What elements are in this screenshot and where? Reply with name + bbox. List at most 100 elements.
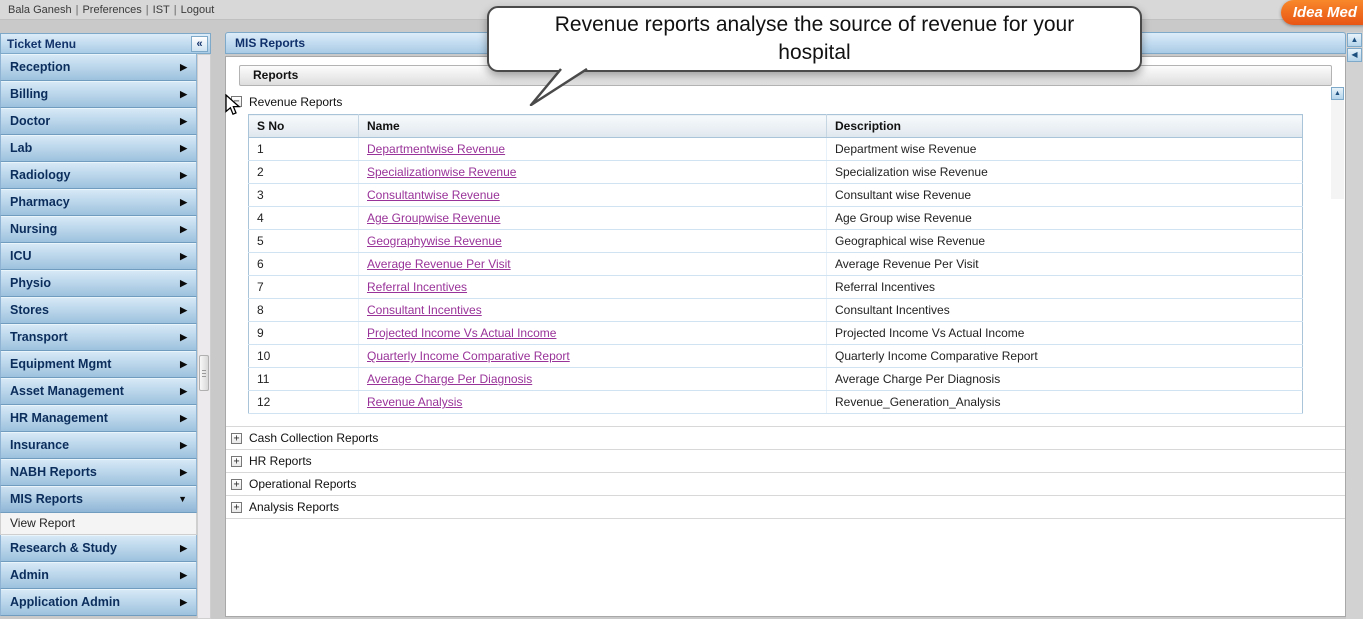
section-hr-reports[interactable]: + HR Reports [226,450,1345,473]
cell-name: Average Revenue Per Visit [358,252,827,276]
sidebar-item-billing[interactable]: Billing ▶ [0,81,197,108]
sidebar-item-label: Lab [10,141,33,155]
sidebar-item-label: Stores [10,303,49,317]
report-link-consultantwise-revenue[interactable]: Consultantwise Revenue [367,188,500,202]
report-link-average-revenue-per-visit[interactable]: Average Revenue Per Visit [367,257,511,271]
cell-sno: 9 [248,321,359,345]
report-link-average-charge-per-diagnosis[interactable]: Average Charge Per Diagnosis [367,372,532,386]
section-cash-collection-reports[interactable]: + Cash Collection Reports [226,427,1345,450]
sidebar-item-radiology[interactable]: Radiology ▶ [0,162,197,189]
report-link-departmentwise-revenue[interactable]: Departmentwise Revenue [367,142,505,156]
sidebar-item-icu[interactable]: ICU ▶ [0,243,197,270]
chevron-down-icon: ▼ [178,494,187,504]
sidebar-item-label: Doctor [10,114,51,128]
sidebar-item-label: Physio [10,276,51,290]
cell-description: Consultant wise Revenue [826,183,1303,207]
cell-name: Specializationwise Revenue [358,160,827,184]
sidebar-item-label: Billing [10,87,49,101]
table-row: 2 Specializationwise Revenue Specializatio… [248,160,1303,184]
sidebar-item-reception[interactable]: Reception ▶ [0,54,197,81]
report-link-specializationwise-revenue[interactable]: Specializationwise Revenue [367,165,516,179]
sidebar-scrollbar[interactable] [197,54,211,619]
separator: | [145,4,149,16]
chevron-right-icon: ▶ [180,277,187,288]
chevron-right-icon: ▶ [180,439,187,450]
expand-icon[interactable]: + [231,501,242,513]
sidebar-item-hr-management[interactable]: HR Management ▶ [0,405,197,432]
sidebar-item-label: Reception [10,60,71,74]
sidebar-item-stores[interactable]: Stores ▶ [0,297,197,324]
main-title: MIS Reports [235,36,306,50]
panel-scrollbar[interactable]: ▲ [1331,87,1344,199]
chevron-right-icon: ▶ [180,542,187,553]
collapsed-sections: + Cash Collection Reports + HR Reports + Oper… [226,426,1345,519]
cell-sno: 6 [248,252,359,276]
sidebar-header: Ticket Menu « [0,33,211,54]
col-header-name: Name [358,114,827,138]
sidebar-item-physio[interactable]: Physio ▶ [0,270,197,297]
sidebar-item-label: Insurance [10,438,70,452]
expand-icon[interactable]: + [231,455,242,467]
reports-table: S No Name Description 1 Departmentwise Re… [248,114,1303,414]
cell-sno: 10 [248,344,359,368]
sidebar-item-transport[interactable]: Transport ▶ [0,324,197,351]
sidebar-item-pharmacy[interactable]: Pharmacy ▶ [0,189,197,216]
sidebar-item-nabh-reports[interactable]: NABH Reports ▶ [0,459,197,486]
sidebar: Ticket Menu « Reception ▶ Billing ▶ Doctor ▶ L… [0,33,211,619]
report-link-referral-incentives[interactable]: Referral Incentives [367,280,467,294]
sidebar-item-research-study[interactable]: Research & Study ▶ [0,535,197,562]
sidebar-item-nursing[interactable]: Nursing ▶ [0,216,197,243]
sidebar-item-label: Admin [10,568,49,582]
cell-description: Average Revenue Per Visit [826,252,1303,276]
report-link-geographywise-revenue[interactable]: Geographywise Revenue [367,234,502,248]
sidebar-item-view-report[interactable]: View Report [0,513,197,535]
col-header-description: Description [826,114,1303,138]
report-link-quarterly-income-comparative-report[interactable]: Quarterly Income Comparative Report [367,349,570,363]
topbar-username: Bala Ganesh [8,4,72,16]
sidebar-item-equipment-mgmt[interactable]: Equipment Mgmt ▶ [0,351,197,378]
sidebar-item-label: Nursing [10,222,58,236]
section-revenue-reports[interactable]: − Revenue Reports [226,90,1345,113]
chevron-right-icon: ▶ [180,466,187,477]
sidebar-item-application-admin[interactable]: Application Admin ▶ [0,589,197,616]
section-analysis-reports[interactable]: + Analysis Reports [226,496,1345,519]
cell-name: Consultant Incentives [358,298,827,322]
topbar-link-preferences[interactable]: Preferences [82,4,141,16]
expand-icon[interactable]: + [231,432,242,444]
sidebar-item-insurance[interactable]: Insurance ▶ [0,432,197,459]
report-link-age-groupwise-revenue[interactable]: Age Groupwise Revenue [367,211,500,225]
sidebar-item-mis-reports[interactable]: MIS Reports ▼ [0,486,197,513]
scrollbar-thumb[interactable] [199,355,209,391]
report-link-consultant-incentives[interactable]: Consultant Incentives [367,303,482,317]
cell-name: Average Charge Per Diagnosis [358,367,827,391]
sidebar-item-asset-management[interactable]: Asset Management ▶ [0,378,197,405]
topbar-link-logout[interactable]: Logout [181,4,215,16]
table-row: 4 Age Groupwise Revenue Age Group wise Rev… [248,206,1303,230]
cell-description: Specialization wise Revenue [826,160,1303,184]
report-link-projected-income-vs-actual-income[interactable]: Projected Income Vs Actual Income [367,326,556,340]
chevron-right-icon: ▶ [180,358,187,369]
cell-description: Quarterly Income Comparative Report [826,344,1303,368]
expand-icon[interactable]: + [231,478,242,490]
panel-collapse-button[interactable]: ◀ [1347,48,1362,62]
sidebar-item-label: Asset Management [10,384,124,398]
topbar-link-ist[interactable]: IST [153,4,170,16]
cell-sno: 7 [248,275,359,299]
cell-name: Quarterly Income Comparative Report [358,344,827,368]
report-link-revenue-analysis[interactable]: Revenue Analysis [367,395,462,409]
sidebar-item-admin[interactable]: Admin ▶ [0,562,197,589]
sidebar-item-lab[interactable]: Lab ▶ [0,135,197,162]
scroll-up-button[interactable]: ▲ [1331,87,1344,100]
chevron-right-icon: ▶ [180,88,187,99]
app-logo: Idea Med [1280,0,1363,25]
table-row: 9 Projected Income Vs Actual Income Projec… [248,321,1303,345]
section-operational-reports[interactable]: + Operational Reports [226,473,1345,496]
sidebar-item-doctor[interactable]: Doctor ▶ [0,108,197,135]
table-row: 12 Revenue Analysis Revenue_Generation_Ana… [248,390,1303,414]
sidebar-items: Reception ▶ Billing ▶ Doctor ▶ Lab ▶ Radiology ▶ P… [0,54,197,616]
cell-description: Department wise Revenue [826,137,1303,161]
chevron-right-icon: ▶ [180,304,187,315]
sidebar-collapse-button[interactable]: « [191,35,208,52]
scroll-up-button[interactable]: ▲ [1347,33,1362,47]
chevron-right-icon: ▶ [180,196,187,207]
